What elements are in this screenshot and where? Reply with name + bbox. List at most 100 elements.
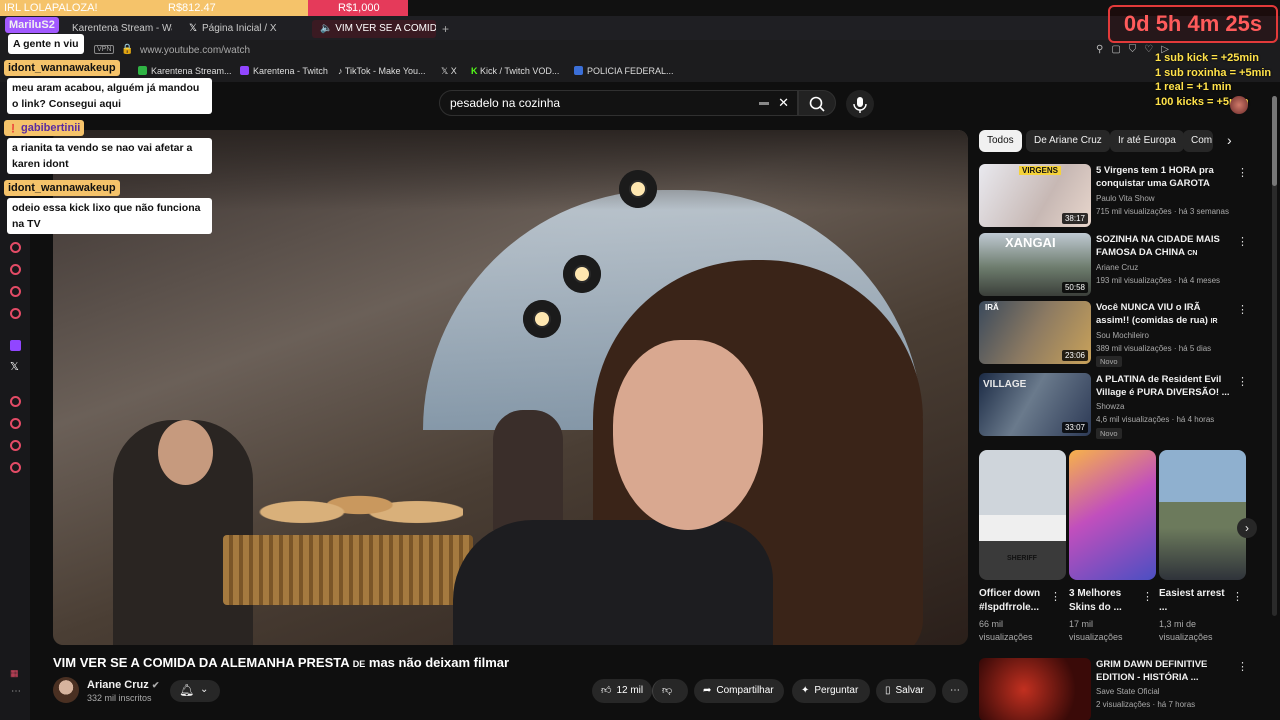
recommendation-title[interactable]: GRIM DAWN DEFINITIVE EDITION - HISTÓRIA …	[1096, 658, 1231, 684]
scrollbar-thumb[interactable]	[1272, 96, 1277, 186]
tab-karentena-stream[interactable]: Karentena Stream - Watch	[72, 20, 172, 38]
settings-icon[interactable]	[10, 462, 21, 473]
chat-username: idont_wannawakeup	[4, 180, 120, 196]
x-icon: 𝕏	[441, 66, 451, 76]
title-flag: CN	[1187, 250, 1198, 257]
shorts-next-button[interactable]: ›	[1237, 518, 1257, 538]
dislike-button[interactable]: 👎︎	[652, 679, 688, 703]
like-button[interactable]: 👍︎ 12 mil	[592, 679, 652, 703]
pin-icon[interactable]: ⚲	[1096, 44, 1111, 55]
bookmark-policia-federal[interactable]: POLICIA FEDERAL...	[574, 66, 674, 76]
bookmark-x[interactable]: 𝕏 X	[441, 66, 457, 77]
recommendation-item[interactable]: GRIM DAWN DEFINITIVE EDITION - HISTÓRIA …	[979, 658, 1259, 720]
mail-icon[interactable]	[10, 308, 21, 319]
short-title[interactable]: Officer down #lspdfrrole...	[979, 587, 1054, 615]
short-thumbnail[interactable]	[1159, 450, 1246, 580]
bookmark-karentena-stream[interactable]: Karentena Stream...	[138, 66, 232, 76]
recommendation-channel[interactable]: Sou Mochileiro	[1096, 331, 1149, 340]
more-vert-icon[interactable]: ⋮	[1232, 590, 1243, 603]
chevron-right-icon[interactable]: ›	[1227, 132, 1232, 148]
more-vert-icon[interactable]: ⋮	[1237, 303, 1248, 316]
more-vert-icon[interactable]: ⋮	[1050, 590, 1061, 603]
play-circle-icon[interactable]	[10, 396, 21, 407]
short-thumbnail[interactable]	[1069, 450, 1156, 580]
side-rail: 𝕏 ▦ ⋯	[0, 82, 30, 720]
vpn-badge[interactable]: VPN	[94, 45, 115, 54]
recommendation-title[interactable]: SOZINHA NA CIDADE MAIS FAMOSA DA CHINA C…	[1096, 233, 1231, 260]
bookmark-karentena-twitch[interactable]: Karentena - Twitch	[240, 66, 328, 76]
chip-todos[interactable]: Todos	[979, 130, 1022, 152]
clear-icon[interactable]: ✕	[778, 91, 789, 115]
search-input[interactable]: pesadelo na cozinha ▬ ✕	[439, 90, 798, 116]
rule-line: 1 real = +1 min	[1155, 81, 1232, 93]
shield-icon[interactable]: ⛉	[1129, 44, 1145, 55]
share-button[interactable]: ➦ Compartilhar	[694, 679, 784, 703]
bookmark-kick-vod[interactable]: K Kick / Twitch VOD...	[471, 66, 559, 76]
url-text[interactable]: www.youtube.com/watch	[140, 45, 250, 56]
grid-icon[interactable]: ▦	[10, 668, 19, 679]
recommendation-item[interactable]: VILLAGE 33:07 A PLATINA de Resident Evil…	[979, 373, 1259, 439]
bookmark-tiktok[interactable]: ♪ TikTok - Make You...	[338, 66, 426, 76]
recommendation-channel[interactable]: Paulo Vita Show	[1096, 194, 1155, 203]
ask-button[interactable]: ✦ Perguntar	[792, 679, 870, 703]
more-icon[interactable]: ⋯	[11, 686, 21, 697]
channel-name[interactable]: Ariane Cruz ✔	[87, 679, 159, 691]
more-vert-icon[interactable]: ⋮	[1237, 166, 1248, 179]
short-title[interactable]: 3 Melhores Skins do ...	[1069, 587, 1144, 615]
recommendation-title[interactable]: A PLATINA de Resident Evil Village é PUR…	[1096, 373, 1231, 399]
video-thumbnail[interactable]: IRÃ 23:06	[979, 301, 1091, 364]
recommendation-item[interactable]: XANGAI 50:58 SOZINHA NA CIDADE MAIS FAMO…	[979, 233, 1259, 297]
short-title[interactable]: Easiest arrest ...	[1159, 587, 1234, 615]
chat-username: idont_wannawakeup	[4, 60, 120, 76]
recommendation-title[interactable]: Você NUNCA VIU o IRÃ assim!! (comidas de…	[1096, 301, 1231, 328]
more-vert-icon[interactable]: ⋮	[1237, 375, 1248, 388]
chip-de-ariane-cruz[interactable]: De Ariane Cruz	[1026, 130, 1110, 152]
duration-badge: 50:58	[1061, 282, 1088, 293]
recommendation-channel[interactable]: Save State Oficial	[1096, 687, 1160, 696]
duration-badge: 23:06	[1061, 350, 1088, 361]
more-vert-icon[interactable]: ⋮	[1237, 235, 1248, 248]
video-icon[interactable]	[10, 286, 21, 297]
recommendation-channel[interactable]: Ariane Cruz	[1096, 263, 1138, 272]
video-thumbnail[interactable]: VIRGENS 38:17	[979, 164, 1091, 227]
channel-avatar[interactable]	[53, 677, 79, 703]
shop-icon[interactable]	[10, 264, 21, 275]
microphone-icon	[853, 97, 867, 113]
thumbs-up-icon: 👍︎	[601, 685, 612, 696]
new-tab-button[interactable]: +	[442, 20, 449, 38]
refresh-icon[interactable]	[10, 440, 21, 451]
more-vert-icon[interactable]: ⋮	[1142, 590, 1153, 603]
chat-message: A gente n viu	[8, 34, 84, 54]
lock-icon[interactable]: 🔒	[121, 44, 133, 55]
voice-search-button[interactable]	[846, 90, 874, 118]
more-actions-button[interactable]: ⋯	[942, 679, 968, 703]
tab-current-video[interactable]: 🔈 VIM VER SE A COMIDA	[312, 20, 436, 38]
recommendation-item[interactable]: VIRGENS 38:17 5 Virgens tem 1 HORA pra c…	[979, 164, 1259, 228]
address-bar[interactable]: VPN 🔒 www.youtube.com/watch ⚲▢⛉♡▷	[0, 40, 1280, 62]
tab-pagina-inicial[interactable]: Página Inicial / X	[202, 20, 302, 38]
chip-com[interactable]: Com	[1183, 130, 1213, 152]
video-thumbnail[interactable]: VILLAGE 33:07	[979, 373, 1091, 436]
ask-label: Perguntar	[814, 685, 859, 696]
more-icon: ⋯	[950, 685, 960, 696]
clock-icon[interactable]	[10, 418, 21, 429]
search-button[interactable]	[798, 90, 836, 116]
video-thumbnail[interactable]	[979, 658, 1091, 720]
keyboard-icon[interactable]: ▬	[759, 91, 769, 115]
chip-ir-ate-europa[interactable]: Ir até Europa	[1110, 130, 1184, 152]
short-thumbnail[interactable]: SHERIFF	[979, 450, 1066, 580]
save-button[interactable]: ▯ Salvar	[876, 679, 936, 703]
recommendation-channel[interactable]: Showza	[1096, 402, 1124, 411]
video-thumbnail[interactable]: XANGAI 50:58	[979, 233, 1091, 296]
recommendation-item[interactable]: IRÃ 23:06 Você NUNCA VIU o IRÃ assim!! (…	[979, 301, 1259, 367]
chat-message: odeio essa kick lixo que não funciona na…	[7, 198, 212, 234]
recommendation-title[interactable]: 5 Virgens tem 1 HORA pra conquistar uma …	[1096, 164, 1231, 190]
more-vert-icon[interactable]: ⋮	[1237, 660, 1248, 673]
twitch-icon[interactable]	[10, 340, 21, 351]
history-icon[interactable]	[10, 242, 21, 253]
notifications-button[interactable]: 🔔︎ ⌄	[170, 680, 220, 702]
x-icon[interactable]: 𝕏	[10, 360, 19, 373]
speaker-icon: 🔈	[320, 23, 333, 34]
account-avatar[interactable]	[1230, 96, 1248, 114]
extension-icon[interactable]: ▢	[1111, 44, 1128, 55]
